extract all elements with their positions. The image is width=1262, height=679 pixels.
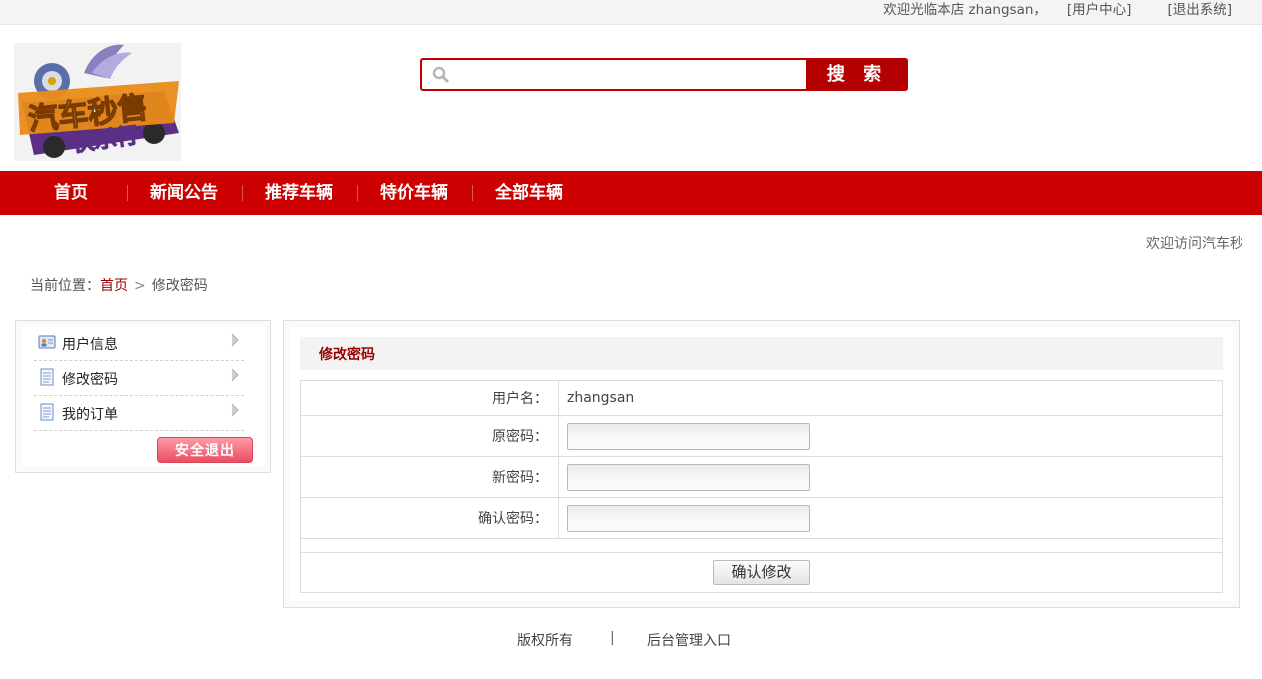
panel-title-bar: 修改密码 [300,337,1223,370]
nav-separator [357,185,358,201]
confirm-password-label: 确认密码： [300,497,559,539]
copyright-link[interactable]: 版权所有 [517,630,573,650]
welcome-text: 欢迎光临本店 zhangsan， [883,2,1047,18]
nav-item-special-price[interactable]: 特价车辆 [380,171,448,215]
sidebar-item-my-orders[interactable]: 我的订单 [34,396,244,431]
nav-item-home[interactable]: 首页 [54,171,88,215]
id-card-icon [38,335,56,349]
sidebar-item-label: 用户信息 [62,337,118,353]
new-password-label: 新密码： [300,456,559,498]
confirm-change-button[interactable]: 确认修改 [713,560,810,585]
nav-separator [127,185,128,201]
chevron-right-icon [231,333,239,347]
form-row-submit: 确认修改 [300,552,1223,593]
logout-system-link[interactable]: [退出系统] [1167,0,1232,22]
search-bar: 搜 索 [420,58,908,91]
change-password-panel: 修改密码 用户名： zhangsan 原密码： 新密码： 确认密码： 确认修改 [283,320,1240,608]
search-icon [432,66,449,83]
nav-item-news[interactable]: 新闻公告 [150,171,218,215]
breadcrumb-home-link[interactable]: 首页 [100,278,128,294]
top-bar: 欢迎光临本店 zhangsan， [用户中心] [退出系统] [0,0,1262,25]
breadcrumb: 当前位置：首页 > 修改密码 [30,275,208,295]
sidebar-item-label: 修改密码 [62,372,118,388]
nav-item-recommended[interactable]: 推荐车辆 [265,171,333,215]
nav-separator [472,185,473,201]
main-nav: 首页 新闻公告 推荐车辆 特价车辆 全部车辆 [0,171,1262,215]
sidebar-item-user-info[interactable]: 用户信息 [34,326,244,361]
user-sidebar: 用户信息 修改密码 我的订单 安全退出 [15,320,271,473]
safe-logout-button[interactable]: 安全退出 [157,437,253,463]
form-spacer-row [300,538,1223,553]
form-row-username: 用户名： zhangsan [300,380,1223,416]
breadcrumb-current: 修改密码 [151,278,208,294]
nav-item-all-vehicles[interactable]: 全部车辆 [495,171,563,215]
footer: 版权所有 | 后台管理入口 [0,630,1262,652]
search-button[interactable]: 搜 索 [806,58,908,91]
new-password-field[interactable] [567,463,810,491]
form-row-confirm-password: 确认密码： [300,497,1223,539]
username-value: zhangsan [558,380,1223,416]
chevron-right-icon [231,403,239,417]
old-password-label: 原密码： [300,415,559,457]
sidebar-item-change-password[interactable]: 修改密码 [34,361,244,396]
welcome-area: 欢迎光临本店 zhangsan， [用户中心] [退出系统] [883,0,1232,22]
breadcrumb-prefix: 当前位置： [30,278,100,294]
username-label: 用户名： [300,380,559,416]
sidebar-item-label: 我的订单 [62,407,118,423]
panel-title: 修改密码 [319,347,375,363]
form-row-new-password: 新密码： [300,456,1223,498]
document-icon [40,403,54,421]
password-form: 用户名： zhangsan 原密码： 新密码： 确认密码： 确认修改 [300,380,1223,593]
old-password-field[interactable] [567,422,810,450]
form-row-old-password: 原密码： [300,415,1223,457]
breadcrumb-separator: > [134,278,146,294]
welcome-marquee: 欢迎访问汽车秒售 [1146,236,1242,252]
footer-separator: | [610,630,615,646]
chevron-right-icon [231,368,239,382]
document-icon [40,368,54,386]
confirm-password-field[interactable] [567,504,810,532]
user-center-link[interactable]: [用户中心] [1067,0,1132,22]
search-input[interactable] [456,62,804,87]
admin-entry-link[interactable]: 后台管理入口 [647,630,731,650]
nav-separator [242,185,243,201]
site-logo[interactable]: 汽车秒售 快乐行 [14,43,181,161]
